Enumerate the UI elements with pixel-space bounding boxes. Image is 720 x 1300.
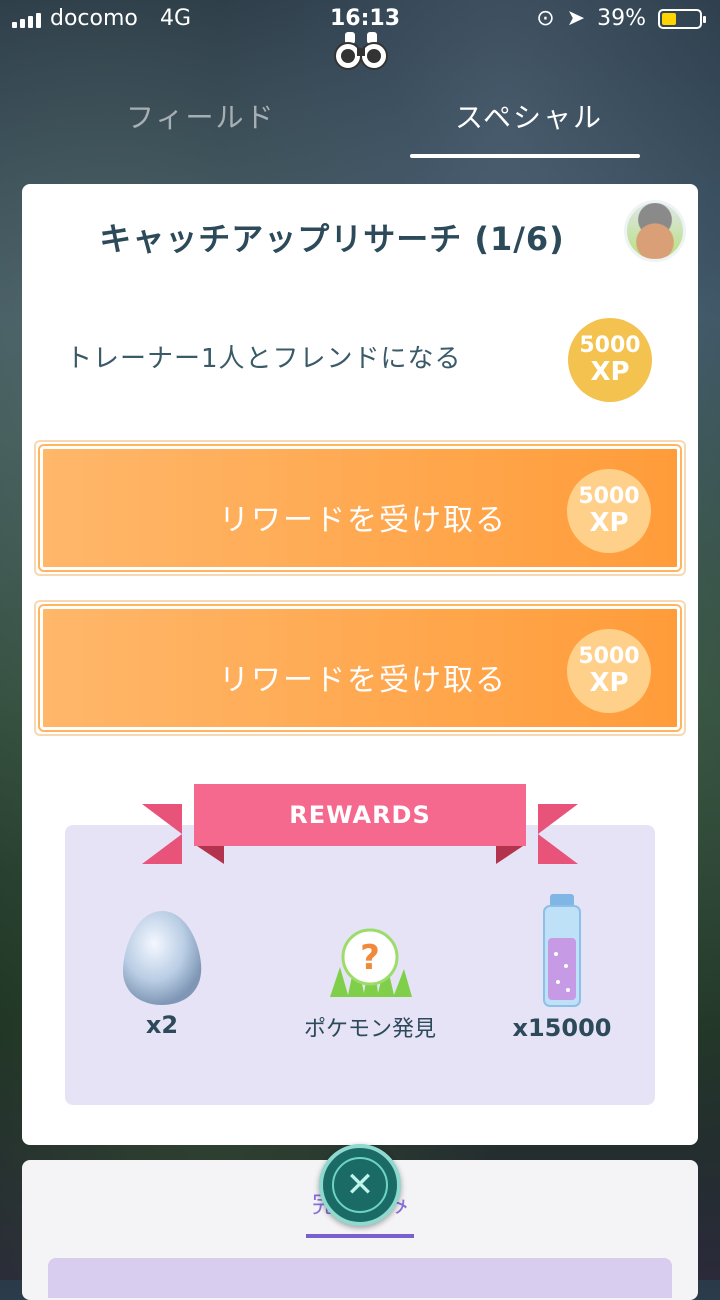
battery-percent: 39% — [597, 6, 646, 31]
completed-entry — [48, 1258, 672, 1298]
research-card: キャッチアップリサーチ (1/6) トレーナー1人とフレンドになる 5000 X… — [22, 184, 698, 1145]
reward-item-egg: x2 — [82, 907, 242, 1039]
close-button[interactable]: ✕ — [319, 1144, 401, 1226]
professor-avatar — [624, 200, 686, 262]
claim-reward-button[interactable]: リワードを受け取る 5000 XP — [34, 600, 686, 736]
reward-item-encounter: ? ポケモン発見 — [280, 907, 460, 1043]
rewards-title: REWARDS — [194, 784, 526, 846]
reward-quantity: x15000 — [512, 1014, 612, 1042]
close-icon: ✕ — [332, 1157, 388, 1213]
network-type: 4G — [160, 6, 192, 31]
active-tab-indicator — [410, 154, 640, 158]
binoculars-icon — [334, 32, 388, 70]
carrier-name: docomo — [50, 6, 138, 31]
task-text: トレーナー1人とフレンドになる — [66, 344, 462, 374]
pokemon-encounter-icon: ? — [330, 928, 412, 997]
reward-quantity: x2 — [145, 1011, 179, 1039]
location-icon: ➤ — [566, 6, 586, 31]
xp-badge: 5000 XP — [568, 318, 652, 402]
claim-reward-button[interactable]: リワードを受け取る 5000 XP — [34, 440, 686, 576]
signal-icon — [12, 12, 41, 28]
egg-icon — [123, 911, 202, 1005]
completed-tab-indicator — [306, 1234, 414, 1238]
task-row: トレーナー1人とフレンドになる 5000 XP — [22, 302, 698, 402]
reward-label: ポケモン発見 — [303, 1017, 436, 1042]
svg-text:?: ? — [360, 938, 380, 978]
rewards-ribbon: REWARDS — [142, 782, 578, 866]
stardust-icon — [543, 894, 581, 1007]
research-tabs: フィールド スペシャル — [0, 88, 720, 158]
orientation-lock-icon: ⊙ — [536, 6, 555, 31]
xp-badge: 5000 XP — [567, 629, 651, 713]
reward-item-stardust: x15000 — [492, 894, 632, 1042]
battery-icon — [658, 8, 706, 29]
tab-special[interactable]: スペシャル — [455, 96, 603, 136]
tab-field[interactable]: フィールド — [126, 96, 275, 136]
xp-badge: 5000 XP — [567, 469, 651, 553]
research-title: キャッチアップリサーチ (1/6) — [99, 220, 565, 258]
